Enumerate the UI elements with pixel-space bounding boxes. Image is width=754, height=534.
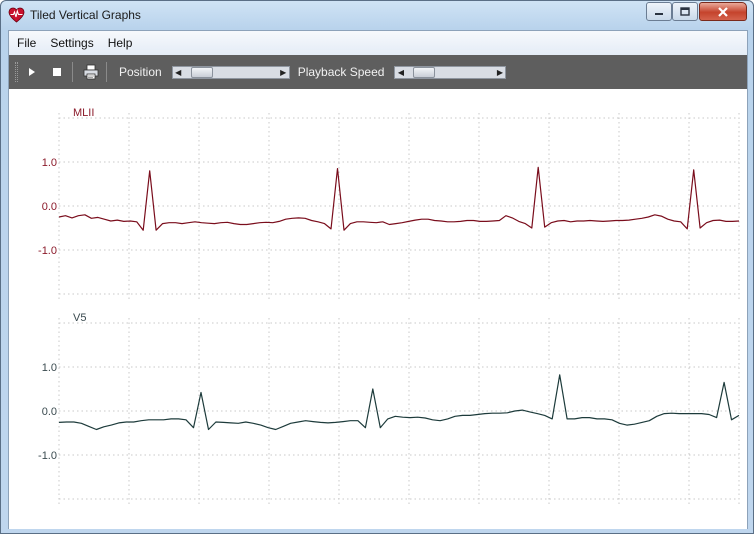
close-icon [718, 6, 728, 17]
toolbar-grip[interactable] [15, 62, 18, 82]
menu-help[interactable]: Help [101, 32, 140, 54]
scroll-left-arrow[interactable]: ◀ [395, 67, 406, 78]
toolbar-separator [72, 62, 73, 82]
v5-lead-label: V5 [73, 312, 86, 324]
close-button[interactable] [699, 2, 747, 21]
print-button[interactable] [80, 61, 102, 83]
client-area: File Settings Help Position ◀ ▶ Playback… [8, 30, 748, 529]
mlii-lead-label: MLII [73, 107, 94, 119]
playback-speed-label: Playback Speed [297, 65, 385, 79]
position-label: Position [119, 65, 162, 79]
v5-trace [58, 374, 740, 431]
tiled-graphs: MLII 1.0 0.0 -1.0 V5 1.0 0.0 -1.0 [38, 107, 740, 504]
scroll-right-arrow[interactable]: ▶ [494, 67, 505, 78]
position-track[interactable] [184, 66, 278, 78]
stop-icon [53, 68, 61, 76]
graph-area: MLII 1.0 0.0 -1.0 V5 1.0 0.0 -1.0 [9, 89, 747, 529]
playback-speed-thumb[interactable] [413, 66, 436, 78]
title-bar[interactable]: Tiled Vertical Graphs [1, 1, 753, 30]
v5-y-tick-label: 1.0 [42, 362, 57, 374]
mlii-y-tick-label: 1.0 [42, 157, 57, 169]
play-button[interactable] [21, 61, 43, 83]
mlii-y-tick-label: 0.0 [42, 201, 57, 213]
minimize-icon [655, 12, 663, 15]
app-window: Tiled Vertical Graphs File Settings Help [0, 0, 754, 534]
maximize-button[interactable] [672, 2, 698, 21]
toolbar-separator [106, 62, 107, 82]
position-thumb[interactable] [190, 66, 213, 78]
menu-file[interactable]: File [9, 32, 43, 54]
position-scrollbar[interactable]: ◀ ▶ [171, 65, 290, 79]
playback-speed-track[interactable] [406, 66, 494, 78]
minimize-button[interactable] [646, 2, 672, 21]
window-title: Tiled Vertical Graphs [30, 8, 141, 22]
mlii-y-tick-label: -1.0 [38, 245, 57, 257]
menu-bar: File Settings Help [9, 31, 747, 55]
scroll-right-arrow[interactable]: ▶ [278, 67, 289, 78]
scroll-left-arrow[interactable]: ◀ [173, 67, 184, 78]
mlii-trace [58, 166, 740, 231]
menu-settings[interactable]: Settings [43, 32, 100, 54]
play-icon [29, 68, 35, 76]
print-icon [83, 64, 99, 80]
toolbar: Position ◀ ▶ Playback Speed ◀ ▶ [9, 55, 747, 89]
maximize-icon [680, 7, 690, 16]
stop-button[interactable] [46, 61, 68, 83]
playback-speed-scrollbar[interactable]: ◀ ▶ [394, 65, 507, 79]
v5-y-tick-label: 0.0 [42, 406, 57, 418]
heart-icon [8, 7, 25, 23]
v5-y-tick-label: -1.0 [38, 450, 57, 462]
